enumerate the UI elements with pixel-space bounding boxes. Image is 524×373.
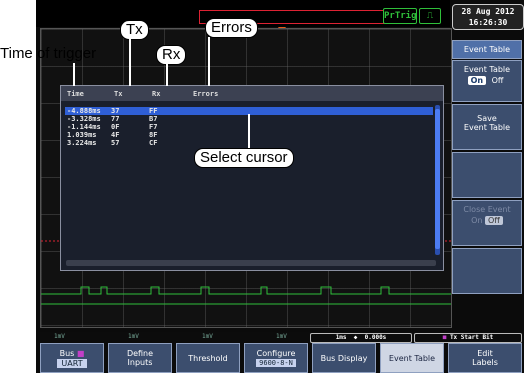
bus-label: Bus [59,349,75,358]
save-label: Save Event Table [463,114,511,132]
edit-labels-softkey[interactable]: Edit Labels [448,343,522,373]
trigger-mode-indicator: PrTrig [383,8,417,24]
leader-tx [129,39,131,86]
trigger-status: ■ Tx Start Bit [414,333,522,343]
event-table-header: Time Tx Rx Errors [61,86,443,101]
cell-time: -1.144ms [67,123,101,131]
status-bar: 1mV 1mV 1mV 1mV 1ms ◆ 0.000s ■ Tx Start … [40,332,522,343]
annotation-tx: Tx [120,20,149,40]
define-label: Define [126,349,154,358]
cell-rx: B7 [149,115,158,123]
cell-rx: CF [149,139,158,147]
cell-rx: FF [149,107,158,115]
on-off-switch[interactable]: On Off [467,76,507,85]
event-table[interactable]: Time Tx Rx Errors -4.888ms 37 FF -3.328m… [60,85,444,271]
date-time-display: 28 Aug 2012 16:26:30 [452,4,524,30]
softkey-row: Bus ■ UART Define Inputs Threshold Confi… [36,343,524,373]
toggle-label: Event Table [463,65,511,74]
disabled-on-off-switch: On Off [471,216,503,225]
leader-rx [166,64,168,86]
time-text: 16:26:30 [468,18,508,27]
bus-type: UART [57,359,87,368]
inputs-label: Inputs [127,358,153,367]
cell-tx: 4F [111,131,120,139]
timebase-display: 1ms ◆ 0.000s [310,333,412,343]
horizontal-scrollbar[interactable] [66,260,436,266]
threshold-softkey[interactable]: Threshold [176,343,240,373]
event-table-softkey[interactable]: Event Table [380,343,444,373]
position-icon: ◆ [353,334,358,341]
timebase-value: 1ms [335,334,347,341]
scrollbar-thumb[interactable] [435,109,440,249]
cell-tx: 77 [111,115,120,123]
ch2-scale: 1mV [128,333,139,340]
empty-menu-slot [452,248,522,294]
on-option[interactable]: On [467,76,487,85]
edit-label: Edit [477,349,493,358]
cell-time: 3.224ms [67,139,97,147]
column-errors: Errors [193,90,219,98]
bus-softkey[interactable]: Bus ■ UART [40,343,104,373]
define-inputs-softkey[interactable]: Define Inputs [108,343,172,373]
oscilloscope-screen: PrTrig ⎍ 28 Aug 2012 16:26:30 Time Tx Rx… [36,0,524,373]
bus-display-label: Bus Display [320,354,368,363]
disabled-off: Off [485,216,503,225]
annotation-rx: Rx [156,45,187,65]
column-rx: Rx [152,90,161,98]
disabled-on: On [471,216,483,225]
bus-icon: ■ [442,334,447,341]
side-menu-title-text: Event Table [463,45,511,54]
disabled-label: Close Event [463,205,511,214]
threshold-label: Threshold [188,354,228,363]
annotation-time-of-trigger: Time of trigger [0,45,97,62]
cell-time: 1.039ms [67,131,97,139]
configure-label: Configure [256,349,296,358]
leader-time [73,63,75,86]
date-text: 28 Aug 2012 [461,7,515,16]
annotation-errors: Errors [205,18,258,38]
ch1-scale: 1mV [54,333,65,340]
event-table-toggle[interactable]: Event Table On Off [452,60,522,102]
cell-time: -4.888ms [67,107,101,115]
position-value: 0.000s [364,334,387,341]
cell-rx: 8F [149,131,158,139]
column-time: Time [67,90,84,98]
bus-color-icon: ■ [76,349,85,358]
side-menu-title: Event Table [452,40,522,59]
save-event-table-button[interactable]: Save Event Table [452,104,522,150]
disabled-menu-option: Close Event On Off [452,200,522,246]
off-option[interactable]: Off [489,76,507,85]
trigger-description: Tx Start Bit [449,334,494,341]
event-table-label: Event Table [388,354,436,363]
configure-value: 9600-8-N [256,359,296,367]
cell-tx: 0F [111,123,120,131]
ch3-scale: 1mV [202,333,213,340]
cell-tx: 57 [111,139,120,147]
column-tx: Tx [114,90,123,98]
labels-label: Labels [472,358,498,367]
cell-rx: F7 [149,123,158,131]
empty-menu-slot [452,152,522,198]
cell-time: -3.328ms [67,115,101,123]
leader-errors [208,37,210,86]
leader-select-cursor [248,114,250,148]
rising-pulse-icon: ⎍ [419,8,441,24]
bus-display-softkey[interactable]: Bus Display [312,343,376,373]
annotation-select-cursor: Select cursor [194,148,294,168]
ch4-scale: 1mV [276,333,287,340]
configure-softkey[interactable]: Configure 9600-8-N [244,343,308,373]
cell-tx: 37 [111,107,120,115]
